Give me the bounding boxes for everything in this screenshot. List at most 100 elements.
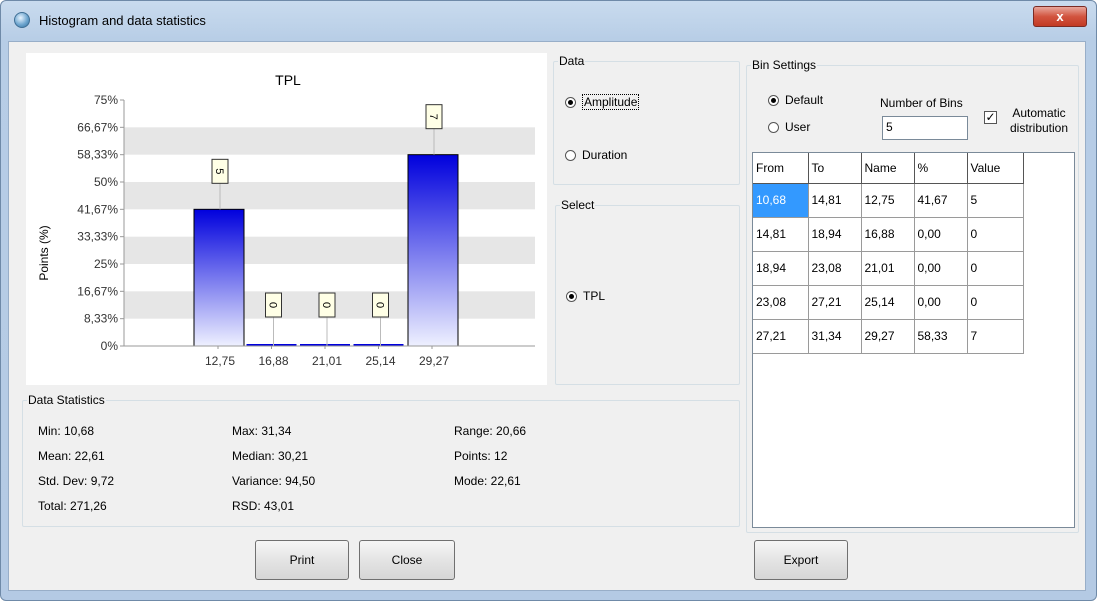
grid-band (124, 127, 535, 155)
grid-band (124, 182, 535, 210)
default-bins-radio[interactable]: Default (768, 93, 823, 107)
automatic-distribution-label: Automatic distribution (1009, 106, 1069, 135)
table-cell[interactable]: 23,08 (808, 251, 862, 286)
table-cell[interactable]: 21,01 (861, 251, 915, 286)
y-tick-label: 8,33% (84, 312, 118, 326)
amplitude-radio[interactable]: Amplitude (565, 94, 640, 110)
x-tick-label: 16,88 (258, 354, 288, 368)
table-cell[interactable]: 27,21 (753, 319, 809, 354)
table-cell[interactable]: 10,68 (753, 183, 809, 218)
app-globe-icon (14, 12, 30, 28)
table-cell[interactable]: 18,94 (753, 251, 809, 286)
default-bins-radio-label: Default (785, 93, 824, 107)
y-tick-label: 50% (94, 175, 118, 189)
table-cell[interactable]: 5 (967, 183, 1024, 218)
table-cell[interactable]: 0 (967, 285, 1024, 320)
stat-range: Range: 20,66 (454, 424, 527, 438)
histogram-bar (193, 208, 245, 347)
chart-y-ticks: 0% 8,33% 16,67% 25% 33,33% 41,67% 50% 58,33% 66,… (77, 93, 125, 353)
duration-radio[interactable]: Duration (565, 148, 627, 162)
user-bins-radio-dot[interactable] (768, 121, 779, 133)
y-tick-label: 25% (94, 257, 118, 271)
stat-mode: Mode: 22,61 (454, 474, 521, 488)
table-row[interactable]: 27,21 31,34 29,27 58,33 7 (753, 319, 1024, 354)
close-button[interactable]: Close (359, 540, 455, 580)
table-cell[interactable]: 23,08 (753, 285, 809, 320)
table-cell[interactable]: 41,67 (914, 183, 968, 218)
number-of-bins-input[interactable]: 5 (882, 116, 968, 140)
table-cell[interactable]: 18,94 (808, 217, 862, 252)
tpl-radio[interactable]: TPL (566, 289, 605, 303)
column-header-percent[interactable]: % (914, 153, 968, 184)
x-tick-label: 21,01 (312, 354, 342, 368)
bins-table-header: From To Name % Value (753, 153, 1024, 184)
stat-min: Min: 10,68 (38, 424, 95, 438)
user-bins-radio[interactable]: User (768, 120, 810, 134)
column-header-to[interactable]: To (808, 153, 862, 184)
table-cell[interactable]: 31,34 (808, 319, 862, 354)
stat-std-dev: Std. Dev: 9,72 (38, 474, 115, 488)
data-label-text: 7 (427, 114, 439, 120)
stat-mean: Mean: 22,61 (38, 449, 105, 463)
column-header-name[interactable]: Name (861, 153, 915, 184)
stat-median: Median: 30,21 (232, 449, 309, 463)
table-row[interactable]: 10,68 14,81 12,75 41,67 5 (753, 183, 1024, 218)
amplitude-radio-dot[interactable] (565, 96, 576, 108)
table-cell[interactable]: 16,88 (861, 217, 915, 252)
table-cell[interactable]: 27,21 (808, 285, 862, 320)
tpl-radio-label: TPL (583, 289, 606, 303)
data-label-text: 5 (213, 168, 225, 174)
bar-data-label: 0 (265, 292, 282, 318)
table-cell[interactable]: 14,81 (753, 217, 809, 252)
export-button[interactable]: Export (754, 540, 848, 580)
y-tick-label: 16,67% (77, 284, 118, 298)
print-button[interactable]: Print (255, 540, 349, 580)
x-tick-label: 29,27 (419, 354, 449, 368)
table-cell[interactable]: 12,75 (861, 183, 915, 218)
column-header-from[interactable]: From (753, 153, 809, 184)
table-cell[interactable]: 0,00 (914, 285, 968, 320)
window-title: Histogram and data statistics (39, 13, 206, 28)
y-tick-label: 66,67% (77, 120, 118, 134)
duration-radio-dot[interactable] (565, 149, 576, 161)
automatic-distribution-checkbox[interactable]: ✓ (984, 111, 997, 124)
y-tick-label: 41,67% (77, 202, 118, 216)
y-tick-label: 0% (101, 339, 119, 353)
bar-data-label: 5 (211, 158, 229, 184)
default-bins-radio-dot[interactable] (768, 94, 779, 106)
tpl-radio-dot[interactable] (566, 290, 577, 302)
table-cell[interactable]: 0 (967, 217, 1024, 252)
title-bar[interactable]: Histogram and data statistics x (1, 1, 1096, 41)
stat-variance: Variance: 94,50 (232, 474, 316, 488)
table-row[interactable]: 23,08 27,21 25,14 0,00 0 (753, 285, 1024, 320)
stat-total: Total: 271,26 (38, 499, 107, 513)
select-group-legend: Select (561, 198, 595, 212)
histogram-svg: TPL Points (%) 0% 8,33% 16,67% 25% 33,33% 41,… (37, 72, 535, 368)
bar-data-label: 0 (318, 292, 336, 318)
duration-radio-label: Duration (582, 148, 628, 162)
table-row[interactable]: 14,81 18,94 16,88 0,00 0 (753, 217, 1024, 252)
amplitude-radio-label: Amplitude (582, 94, 640, 110)
y-tick-label: 75% (94, 93, 118, 107)
data-label-text: 0 (374, 302, 386, 308)
table-cell[interactable]: 0,00 (914, 251, 968, 286)
data-label-text: 0 (320, 302, 332, 308)
table-cell[interactable]: 7 (967, 319, 1024, 354)
table-row[interactable]: 18,94 23,08 21,01 0,00 0 (753, 251, 1024, 286)
table-cell[interactable]: 0,00 (914, 217, 968, 252)
bin-settings-legend: Bin Settings (752, 58, 817, 72)
table-cell[interactable]: 29,27 (861, 319, 915, 354)
table-cell[interactable]: 58,33 (914, 319, 968, 354)
table-cell[interactable]: 14,81 (808, 183, 862, 218)
table-cell[interactable]: 0 (967, 251, 1024, 286)
bins-table[interactable]: From To Name % Value 10,68 14,81 12,75 4… (752, 152, 1075, 528)
stat-rsd: RSD: 43,01 (232, 499, 295, 513)
window-close-button[interactable]: x (1033, 6, 1087, 27)
histogram-bar (407, 154, 459, 347)
column-header-value[interactable]: Value (967, 153, 1024, 184)
number-of-bins-label: Number of Bins (880, 96, 963, 110)
chart-y-axis-label: Points (%) (37, 225, 51, 280)
table-cell[interactable]: 25,14 (861, 285, 915, 320)
x-tick-label: 12,75 (205, 354, 235, 368)
histogram-chart: TPL Points (%) 0% 8,33% 16,67% 25% 33,33% 41,… (26, 53, 547, 385)
